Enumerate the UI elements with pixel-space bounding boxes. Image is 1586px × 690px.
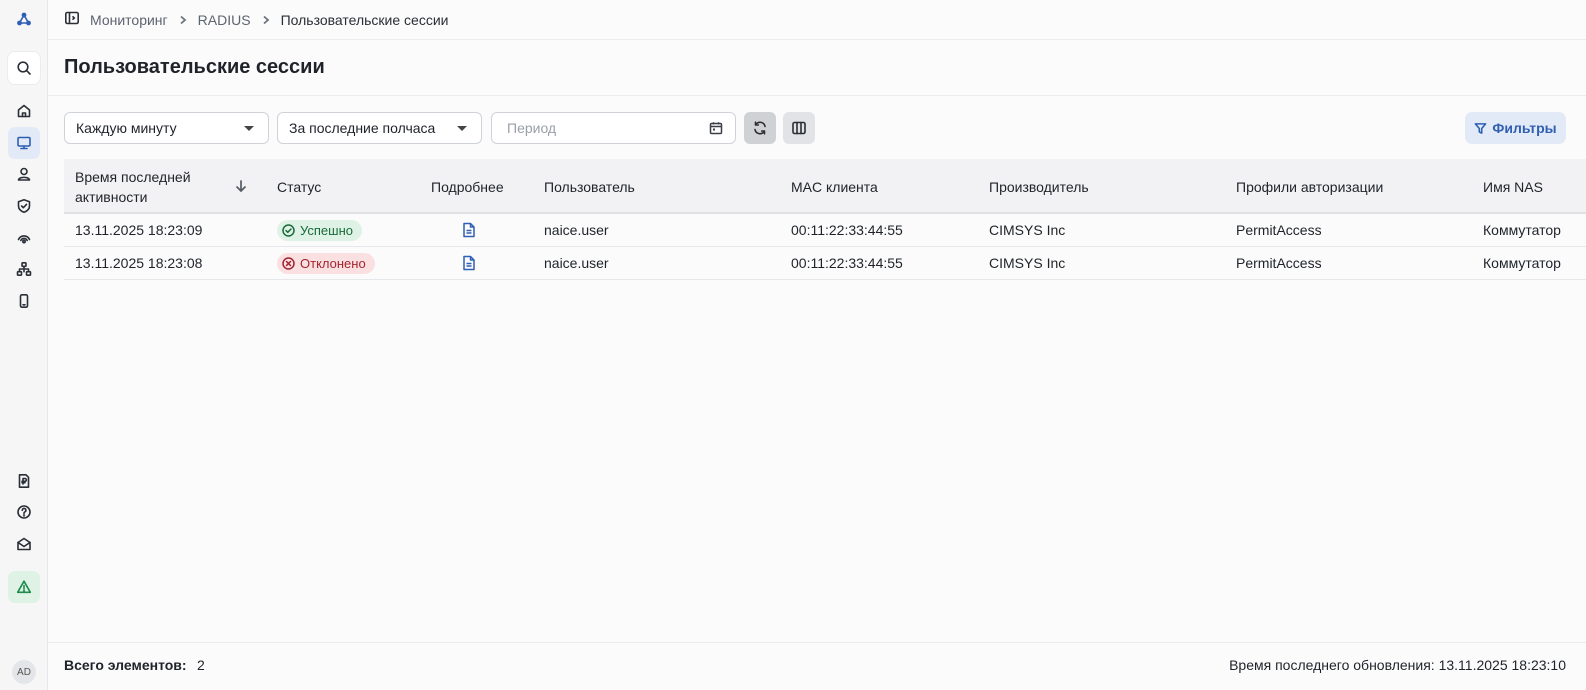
license-document-icon[interactable]: [8, 465, 40, 497]
chevron-right-icon: [261, 15, 271, 25]
period-placeholder: Период: [507, 120, 557, 136]
status-text: Успешно: [300, 223, 353, 238]
refresh-icon: [754, 121, 766, 135]
cell-user: naice.user: [544, 222, 609, 238]
filters-label: Фильтры: [1492, 120, 1557, 136]
cell-nas: Коммутатор: [1483, 255, 1561, 271]
caret-down-icon: [457, 126, 467, 131]
time-range-value: За последние полчаса: [289, 120, 436, 136]
logo-icon[interactable]: [8, 3, 40, 35]
footer: Всего элементов: 2 Время последнего обно…: [48, 642, 1586, 690]
breadcrumb-item-current: Пользовательские сессии: [280, 11, 449, 28]
cell-profile: PermitAccess: [1236, 222, 1322, 238]
column-header-details[interactable]: Подробнее: [431, 177, 504, 197]
status-badge: Успешно: [277, 220, 362, 241]
home-icon[interactable]: [8, 95, 40, 127]
breadcrumb-item-radius[interactable]: RADIUS: [198, 12, 251, 28]
help-icon[interactable]: [8, 496, 40, 528]
column-header-user[interactable]: Пользователь: [544, 177, 635, 197]
refresh-interval-select[interactable]: Каждую минуту: [64, 112, 269, 144]
cell-nas: Коммутатор: [1483, 222, 1561, 238]
page-title: Пользовательские сессии: [64, 56, 325, 78]
monitor-icon[interactable]: [8, 127, 40, 159]
sort-descending-icon[interactable]: [234, 179, 248, 196]
user-icon[interactable]: [8, 158, 40, 190]
status-text: Отклонено: [300, 256, 366, 271]
wifi-access-point-icon[interactable]: [8, 222, 40, 254]
sidebar: AD: [0, 0, 48, 690]
status-badge: Отклонено: [277, 253, 375, 274]
cell-mac: 00:11:22:33:44:55: [791, 255, 903, 271]
x-circle-icon: [282, 257, 295, 270]
column-header-vendor[interactable]: Производитель: [989, 177, 1089, 197]
refresh-interval-value: Каждую минуту: [76, 120, 177, 136]
shield-check-icon[interactable]: [8, 190, 40, 222]
period-input[interactable]: Период: [491, 112, 736, 144]
check-circle-icon: [282, 224, 295, 237]
table-row[interactable]: 13.11.2025 18:23:08 Отклонено naice.user…: [64, 247, 1586, 280]
caret-down-icon: [244, 126, 254, 131]
document-icon[interactable]: [462, 222, 476, 241]
filters-button[interactable]: Фильтры: [1465, 112, 1566, 144]
last-update-text: Время последнего обновления: 13.11.2025 …: [1229, 657, 1566, 673]
avatar[interactable]: AD: [12, 660, 36, 684]
alert-warning-icon[interactable]: [8, 571, 40, 603]
cell-mac: 00:11:22:33:44:55: [791, 222, 903, 238]
column-header-last-activity[interactable]: Время последней активности: [75, 167, 215, 207]
time-range-select[interactable]: За последние полчаса: [277, 112, 482, 144]
network-topology-icon[interactable]: [8, 253, 40, 285]
refresh-button[interactable]: [744, 112, 776, 144]
calendar-icon[interactable]: [709, 121, 723, 138]
divider: [48, 95, 1586, 96]
cell-vendor: CIMSYS Inc: [989, 255, 1066, 271]
cell-time: 13.11.2025 18:23:09: [75, 222, 203, 238]
total-items-value: 2: [197, 657, 205, 673]
table-header: Время последней активности Статус Подроб…: [64, 159, 1586, 214]
cell-user: naice.user: [544, 255, 609, 271]
breadcrumb: Мониторинг RADIUS Пользовательские сесси…: [48, 0, 1586, 40]
columns-settings-button[interactable]: [783, 112, 815, 144]
cell-vendor: CIMSYS Inc: [989, 222, 1066, 238]
document-icon[interactable]: [462, 255, 476, 274]
filter-icon: [1474, 122, 1487, 134]
columns-icon: [792, 121, 806, 135]
column-header-nas-name[interactable]: Имя NAS: [1483, 177, 1543, 197]
sessions-table: Время последней активности Статус Подроб…: [64, 159, 1586, 280]
chevron-right-icon: [178, 15, 188, 25]
mail-open-icon[interactable]: [8, 528, 40, 560]
column-header-status[interactable]: Статус: [277, 177, 321, 197]
mobile-device-icon[interactable]: [8, 285, 40, 317]
column-header-auth-profiles[interactable]: Профили авторизации: [1236, 177, 1383, 197]
total-items-label: Всего элементов:: [64, 657, 187, 673]
cell-time: 13.11.2025 18:23:08: [75, 255, 203, 271]
breadcrumb-item-monitoring[interactable]: Мониторинг: [90, 12, 168, 28]
sidebar-toggle-icon[interactable]: [64, 10, 80, 29]
table-row[interactable]: 13.11.2025 18:23:09 Успешно naice.user 0…: [64, 214, 1586, 247]
column-header-mac[interactable]: MAC клиента: [791, 177, 878, 197]
search-icon[interactable]: [8, 52, 40, 84]
cell-profile: PermitAccess: [1236, 255, 1322, 271]
